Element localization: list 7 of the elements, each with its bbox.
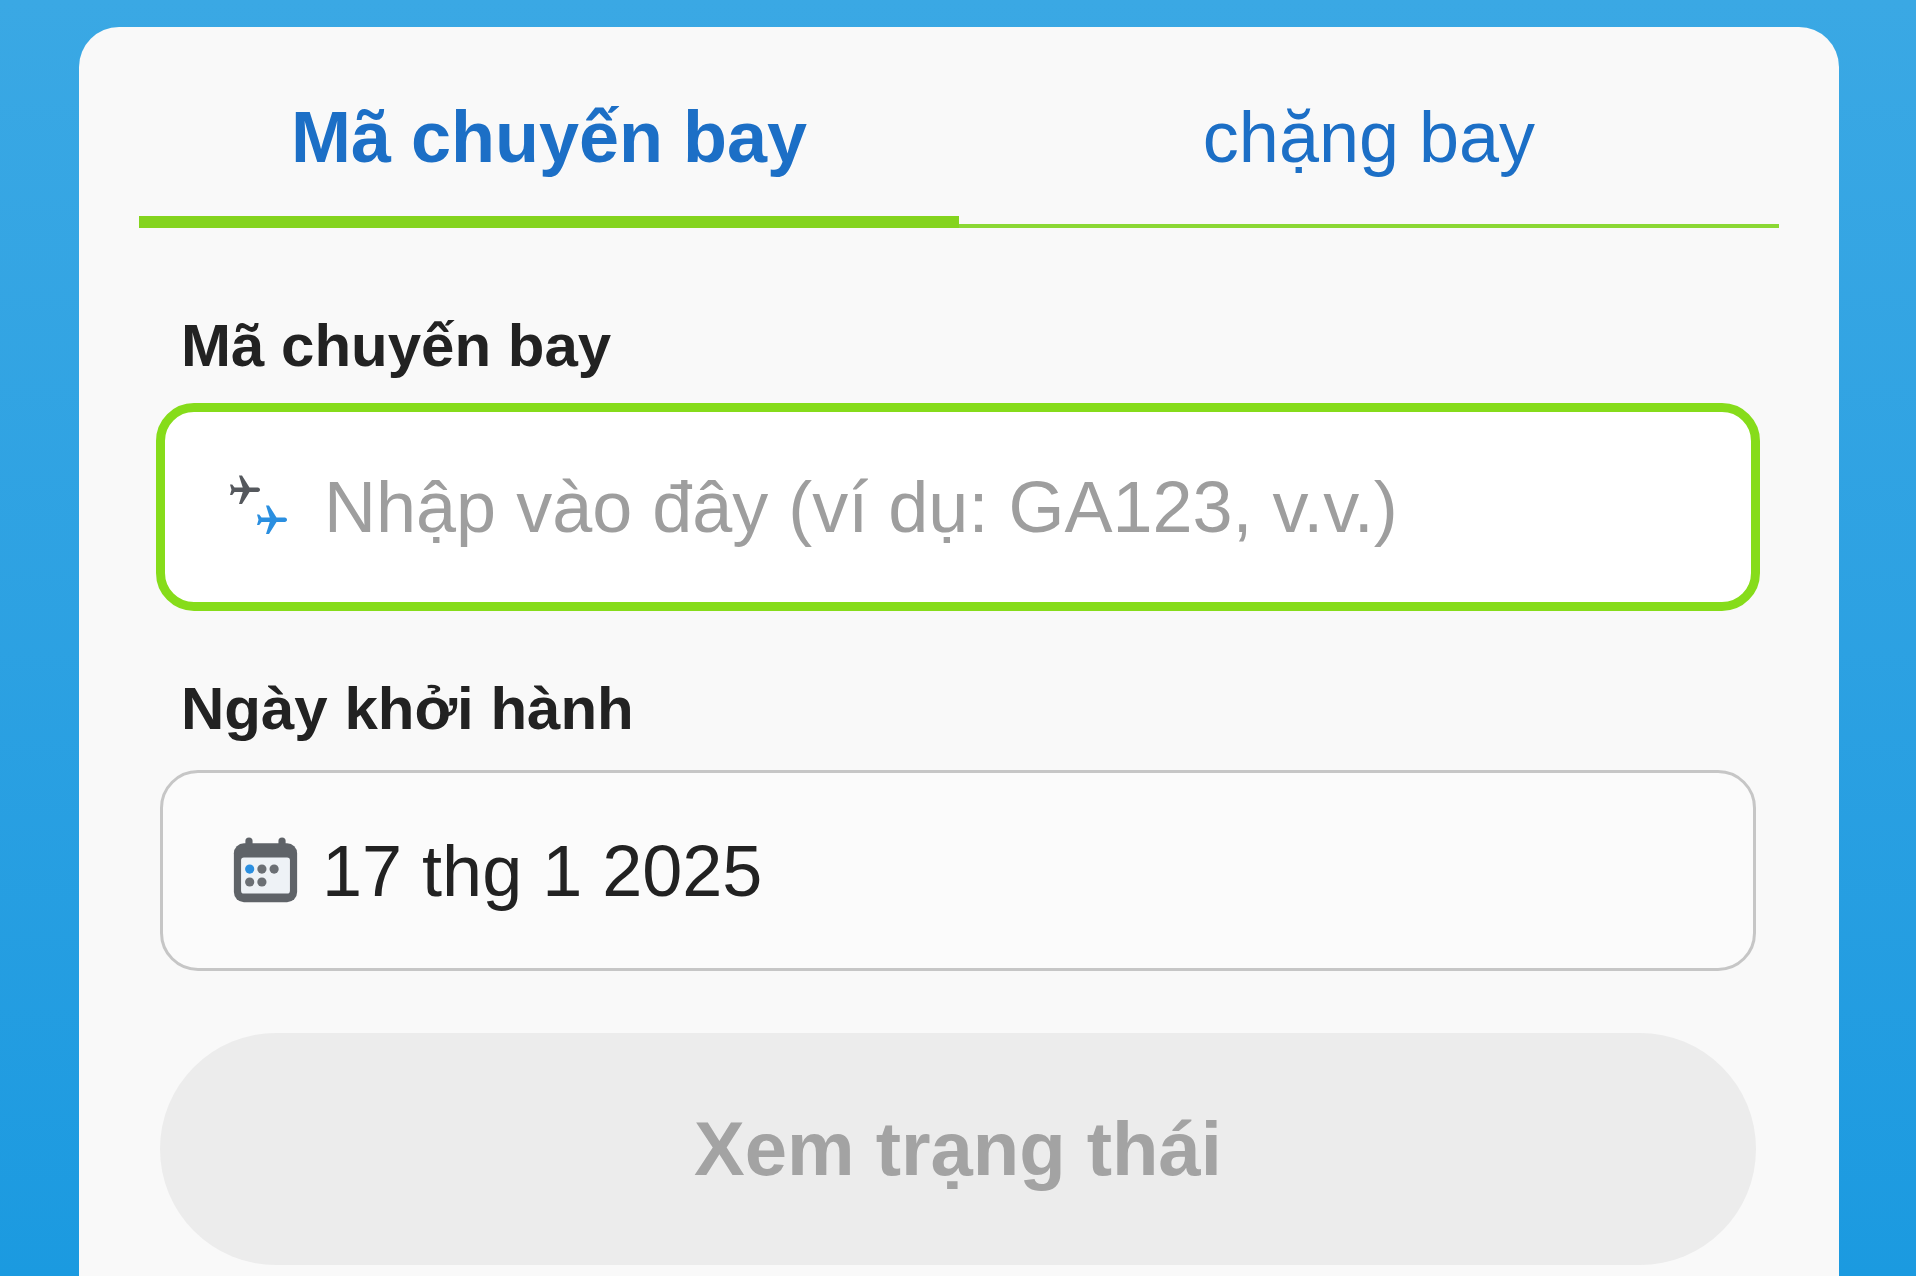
calendar-icon [231, 836, 300, 905]
field-label: Mã chuyến bay [181, 311, 613, 381]
date-field[interactable]: 17 thg 1 2025 [160, 770, 1756, 971]
field-label: Ngày khởi hành [181, 674, 635, 744]
tab[interactable]: chặng bay [959, 94, 1779, 228]
tab[interactable]: Mã chuyến bay [139, 94, 959, 228]
input-field[interactable]: Nhập vào đây (ví dụ: GA123, v.v.) [156, 403, 1760, 611]
